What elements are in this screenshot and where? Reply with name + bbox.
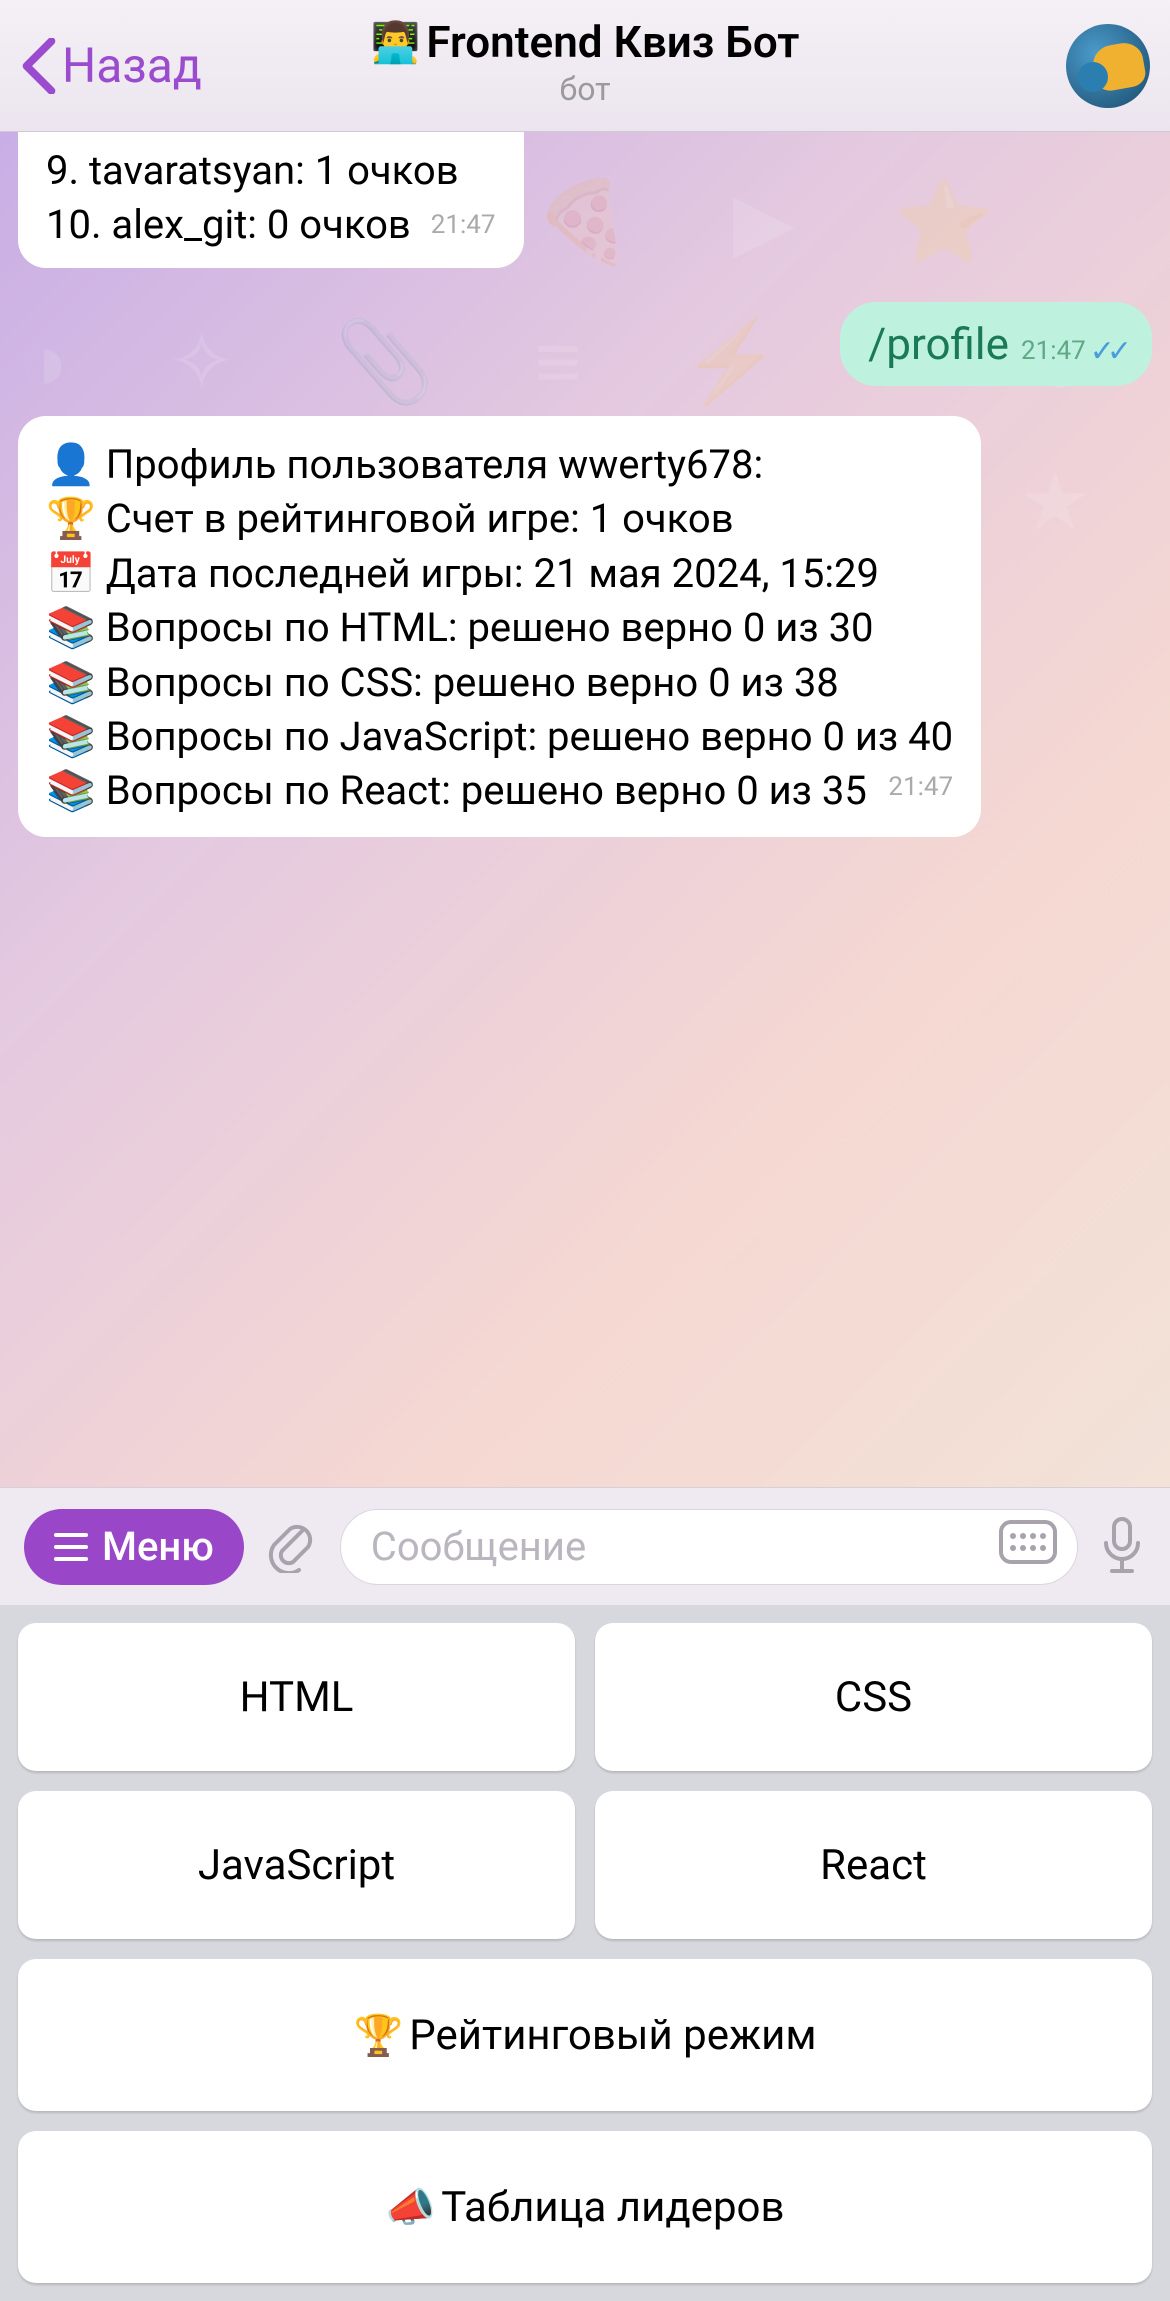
chat-title-wrap[interactable]: 👨‍💻 Frontend Квиз Бот бот xyxy=(371,16,800,108)
paperclip-icon xyxy=(264,1517,320,1573)
incoming-message-leaderboard[interactable]: 9. tavaratsyan: 1 очков 10. alex_git: 0 … xyxy=(18,132,524,268)
message-placeholder: Сообщение xyxy=(371,1523,586,1570)
profile-line-user: 👤 Профиль пользователя wwerty678: xyxy=(46,438,953,492)
keyboard-button-css[interactable]: CSS xyxy=(595,1623,1152,1771)
custom-keyboard-toggle[interactable] xyxy=(999,1520,1057,1574)
profile-line-score: 🏆 Счет в рейтинговой игре: 1 очков xyxy=(46,492,953,546)
input-bar: Меню Сообщение xyxy=(0,1487,1170,1605)
megaphone-icon: 📣 xyxy=(385,2184,435,2231)
keyboard-button-javascript[interactable]: JavaScript xyxy=(18,1791,575,1939)
keyboard-icon xyxy=(999,1520,1057,1564)
back-button[interactable]: Назад xyxy=(20,37,202,94)
message-time: 21:47 xyxy=(431,208,496,243)
hamburger-icon xyxy=(54,1533,88,1561)
profile-line-date: 📅 Дата последней игры: 21 мая 2024, 15:2… xyxy=(46,547,953,601)
incoming-message-profile[interactable]: 👤 Профиль пользователя wwerty678: 🏆 Счет… xyxy=(18,416,981,837)
menu-button[interactable]: Меню xyxy=(24,1509,244,1585)
keyboard-button-leaderboard[interactable]: 📣 Таблица лидеров xyxy=(18,2131,1152,2283)
profile-line-js: 📚 Вопросы по JavaScript: решено верно 0 … xyxy=(46,710,953,764)
menu-label: Меню xyxy=(102,1523,214,1570)
keyboard-button-react[interactable]: React xyxy=(595,1791,1152,1939)
reply-keyboard: HTML CSS JavaScript React 🏆 Рейтинговый … xyxy=(0,1605,1170,2301)
chevron-left-icon xyxy=(20,38,58,94)
profile-line-css: 📚 Вопросы по CSS: решено верно 0 из 38 xyxy=(46,656,953,710)
read-checks-icon: ✓✓ xyxy=(1090,334,1124,369)
outgoing-message-profile[interactable]: /profile 21:47 ✓✓ xyxy=(840,302,1152,386)
keyboard-button-rating-mode[interactable]: 🏆 Рейтинговый режим xyxy=(18,1959,1152,2111)
chat-subtitle: бот xyxy=(559,70,610,108)
chat-area[interactable]: ✦ ☁ ✏ 🍕 ▶ ⭐ ◑ ✧ 📎 ≡ ⚡ ✉ ♪ ⌂ ☕ ✦ ⬡ ✿ ◐ ★ … xyxy=(0,132,1170,1487)
avatar[interactable] xyxy=(1066,24,1150,108)
attach-button[interactable] xyxy=(264,1517,320,1577)
chat-header: Назад 👨‍💻 Frontend Квиз Бот бот xyxy=(0,0,1170,132)
trophy-icon: 🏆 xyxy=(353,2012,403,2059)
message-time: 21:47 xyxy=(888,770,953,805)
back-label: Назад xyxy=(62,37,202,94)
microphone-icon xyxy=(1098,1515,1146,1575)
chat-title: Frontend Квиз Бот xyxy=(426,16,799,68)
profile-line-react: 📚 Вопросы по React: решено верно 0 из 35 xyxy=(46,767,867,814)
voice-button[interactable] xyxy=(1098,1515,1146,1579)
keyboard-button-html[interactable]: HTML xyxy=(18,1623,575,1771)
profile-line-html: 📚 Вопросы по HTML: решено верно 0 из 30 xyxy=(46,601,953,655)
title-emoji-icon: 👨‍💻 xyxy=(371,19,421,66)
message-time: 21:47 xyxy=(1021,336,1086,366)
leaderboard-line-10: 10. alex_git: 0 очков xyxy=(46,201,411,248)
command-text: /profile xyxy=(868,318,1009,370)
message-input[interactable]: Сообщение xyxy=(340,1509,1078,1585)
leaderboard-line-9: 9. tavaratsyan: 1 очков xyxy=(46,144,496,198)
